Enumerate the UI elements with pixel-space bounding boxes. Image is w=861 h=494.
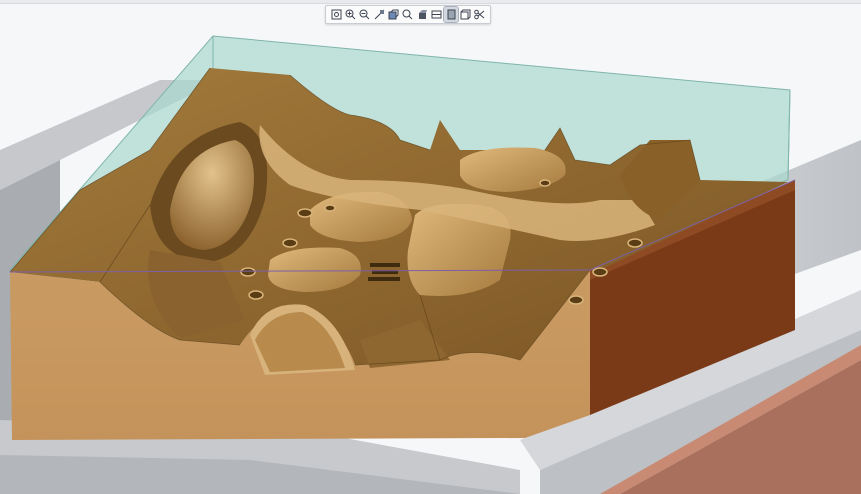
- cube-view-button[interactable]: [459, 7, 473, 22]
- zoom-window-button[interactable]: [372, 7, 386, 22]
- display-style-button[interactable]: [415, 7, 429, 22]
- view-orientation-button[interactable]: [387, 7, 401, 22]
- zoom-out-icon: [359, 9, 370, 20]
- engraved-text-block: [368, 263, 400, 281]
- scissor-cut-icon: [474, 9, 485, 20]
- scissor-cut-button[interactable]: [473, 7, 487, 22]
- zoom-area-icon: [402, 9, 413, 20]
- zoom-fit-button[interactable]: [329, 7, 343, 22]
- mold-model[interactable]: [0, 0, 861, 494]
- 3d-viewport[interactable]: [0, 0, 861, 494]
- zoom-fit-icon: [331, 9, 341, 20]
- zoom-in-icon: [345, 9, 356, 20]
- wireframe-mode-icon: [447, 9, 456, 20]
- zoom-window-icon: [374, 9, 385, 20]
- section-view-button[interactable]: [430, 7, 444, 22]
- cube-view-icon: [460, 9, 471, 20]
- view-orientation-icon: [388, 9, 399, 20]
- section-view-icon: [431, 10, 442, 19]
- wireframe-mode-button[interactable]: [443, 6, 460, 23]
- zoom-area-button[interactable]: [401, 7, 415, 22]
- zoom-in-button[interactable]: [343, 7, 357, 22]
- zoom-out-button[interactable]: [358, 7, 372, 22]
- display-style-icon: [418, 10, 427, 19]
- view-toolbar: [325, 5, 491, 24]
